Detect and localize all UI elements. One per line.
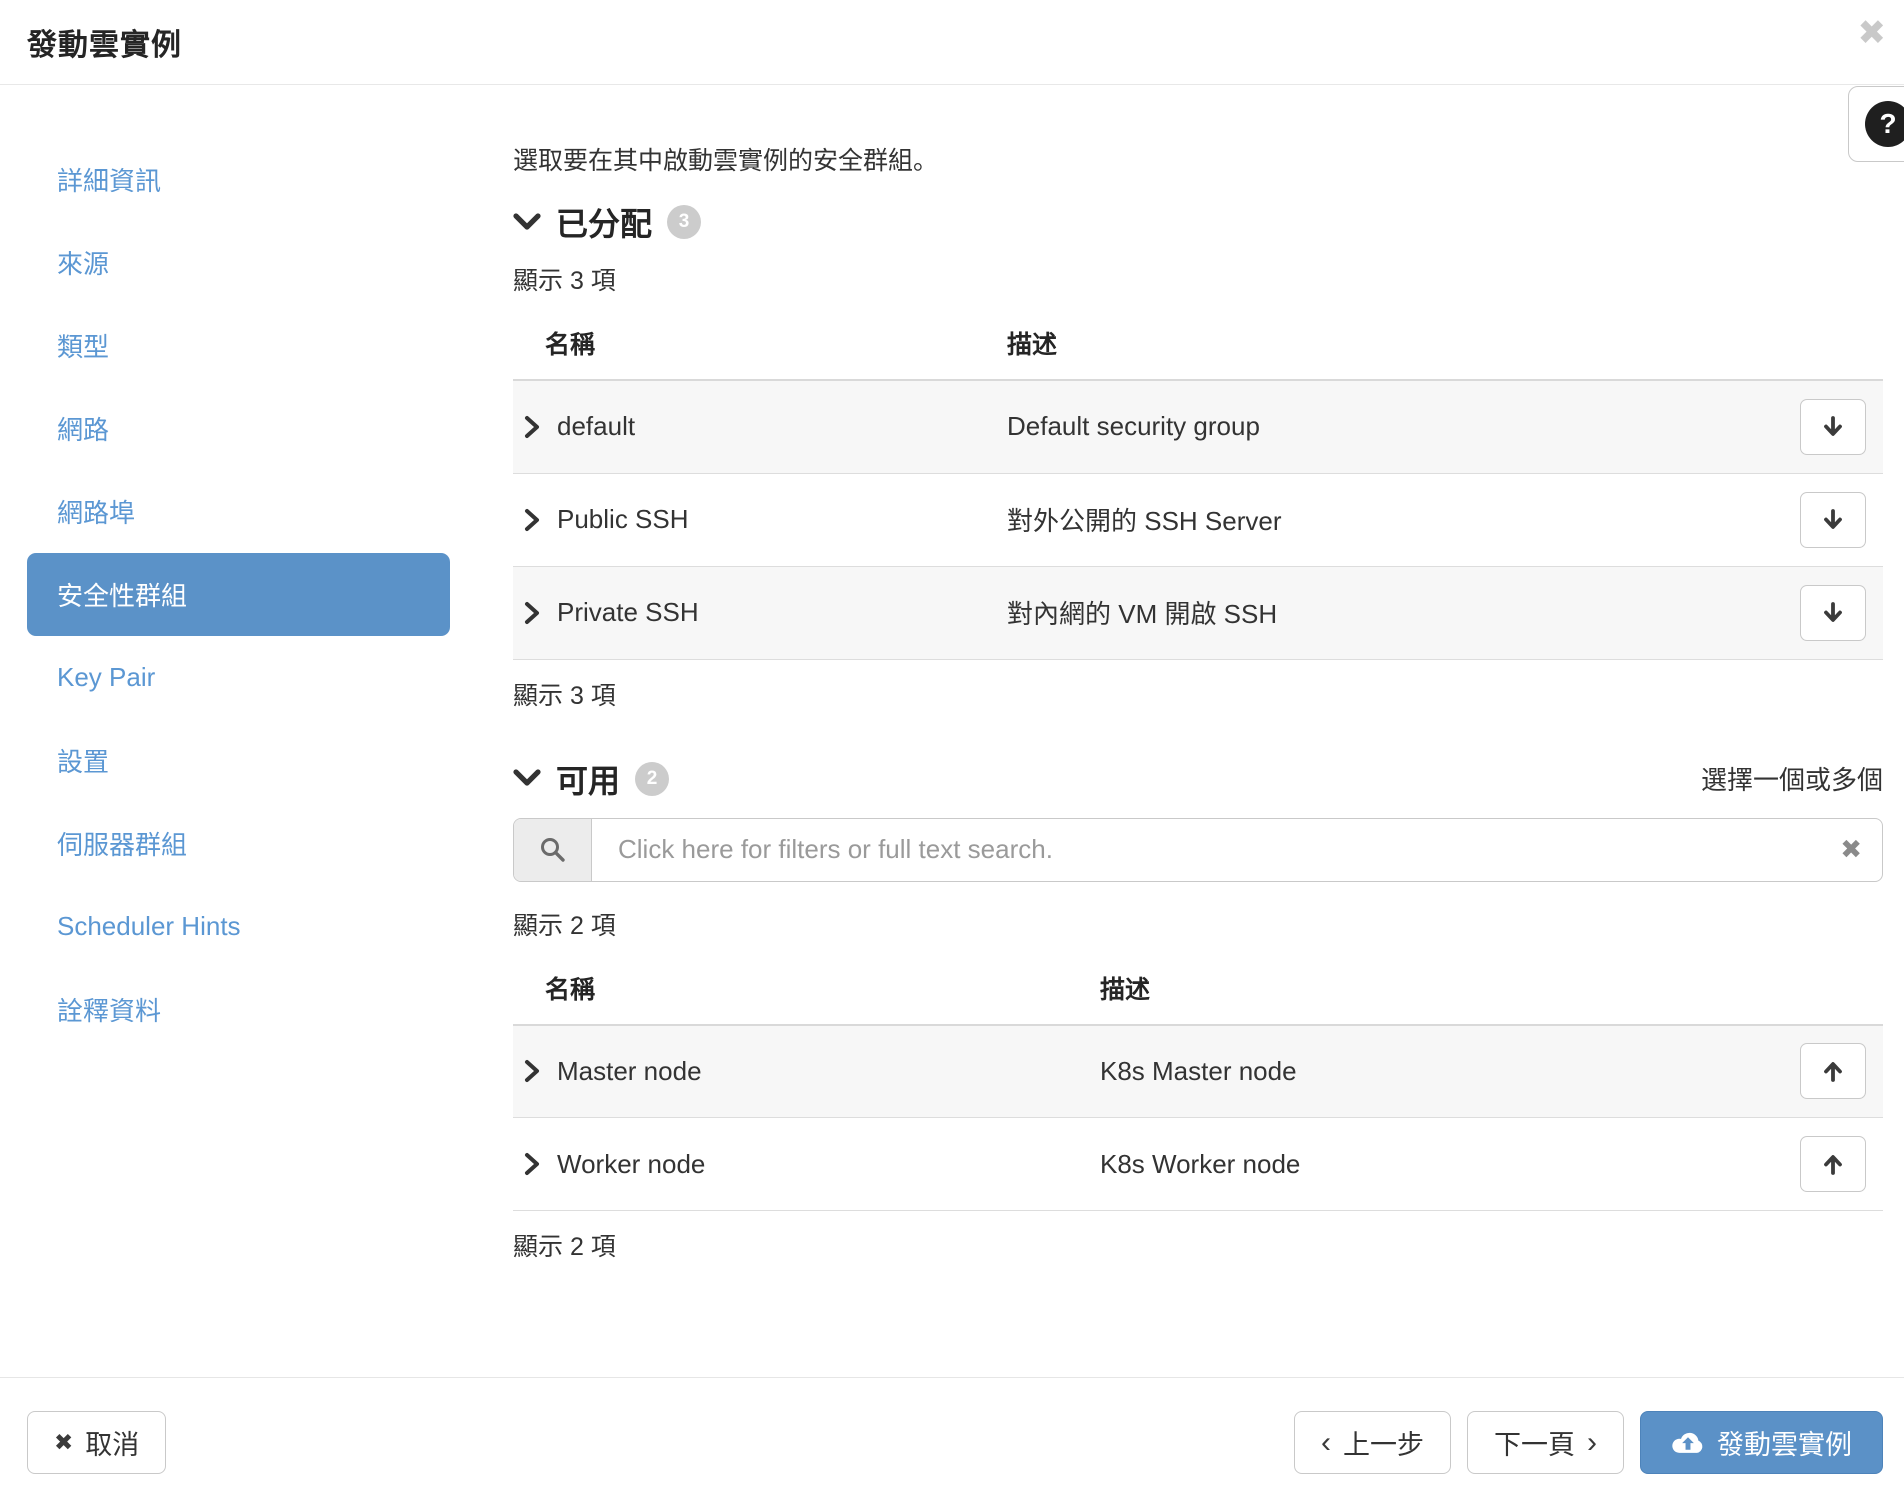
row-expander-button[interactable]	[519, 600, 545, 626]
chevron-right-icon	[521, 415, 543, 439]
sidebar-item-source[interactable]: 來源	[27, 221, 450, 304]
help-button[interactable]: ?	[1848, 86, 1904, 162]
chevron-down-icon	[513, 213, 541, 232]
chevron-down-icon	[513, 769, 541, 788]
security-group-description: K8s Master node	[1100, 1025, 1773, 1118]
dialog-title: 發動雲實例	[27, 20, 182, 64]
allocated-title: 已分配	[556, 199, 652, 245]
security-group-name: Master node	[557, 1056, 702, 1087]
chevron-right-icon	[521, 601, 543, 625]
allocated-section-header: 已分配 3	[513, 199, 1883, 245]
chevron-right-icon	[521, 508, 543, 532]
row-expander-button[interactable]	[519, 507, 545, 533]
available-section-header: 可用 2 選擇一個或多個	[513, 756, 1883, 802]
sidebar-item-networks[interactable]: 網路	[27, 387, 450, 470]
deallocate-button[interactable]	[1800, 492, 1866, 548]
table-row: Public SSH 對外公開的 SSH Server	[513, 473, 1883, 566]
column-header-description: 描述	[1100, 952, 1773, 1025]
available-count-bottom: 顯示 2 項	[513, 1227, 1883, 1263]
column-header-name: 名稱	[513, 307, 1007, 380]
security-group-description: K8s Worker node	[1100, 1118, 1773, 1211]
filter-search-bar: ✖	[513, 818, 1883, 882]
table-row: Private SSH 對內網的 VM 開啟 SSH	[513, 566, 1883, 659]
close-icon: ✖	[1858, 14, 1887, 52]
question-icon: ?	[1865, 101, 1904, 147]
chevron-right-icon	[521, 1059, 543, 1083]
column-header-name: 名稱	[513, 952, 1100, 1025]
next-button[interactable]: 下一頁 ›	[1467, 1411, 1624, 1474]
step-content: 選取要在其中啟動雲實例的安全群組。 已分配 3 顯示 3 項 名稱 描述	[513, 85, 1904, 1263]
arrow-down-icon	[1820, 414, 1846, 440]
launch-instance-button[interactable]: 發動雲實例	[1640, 1411, 1883, 1474]
dialog-footer: ✖ 取消 ‹ 上一步 下一頁 › 發動雲實例	[0, 1377, 1904, 1494]
chevron-right-icon	[521, 1152, 543, 1176]
arrow-up-icon	[1820, 1151, 1846, 1177]
deallocate-button[interactable]	[1800, 399, 1866, 455]
sidebar-item-server-groups[interactable]: 伺服器群組	[27, 802, 450, 885]
chevron-left-icon: ‹	[1321, 1428, 1331, 1458]
arrow-up-icon	[1820, 1058, 1846, 1084]
table-row: Worker node K8s Worker node	[513, 1118, 1883, 1211]
allocated-count-badge: 3	[667, 205, 701, 239]
allocate-button[interactable]	[1800, 1136, 1866, 1192]
available-count-badge: 2	[635, 762, 669, 796]
table-row: Master node K8s Master node	[513, 1025, 1883, 1118]
table-row: default Default security group	[513, 380, 1883, 473]
search-icon	[514, 819, 592, 881]
security-group-name: default	[557, 411, 635, 442]
dialog-header: 發動雲實例 ✖	[0, 0, 1904, 85]
cloud-upload-icon	[1671, 1430, 1705, 1455]
security-group-name: Private SSH	[557, 597, 699, 628]
allocated-table: 名稱 描述 default Default security group	[513, 307, 1883, 660]
arrow-down-icon	[1820, 600, 1846, 626]
sidebar-item-flavor[interactable]: 類型	[27, 304, 450, 387]
available-title: 可用	[556, 756, 620, 802]
allocated-count-top: 顯示 3 項	[513, 261, 1883, 297]
security-group-name: Public SSH	[557, 504, 689, 535]
security-group-description: 對外公開的 SSH Server	[1007, 473, 1773, 566]
select-hint: 選擇一個或多個	[1701, 760, 1883, 797]
back-button[interactable]: ‹ 上一步	[1294, 1411, 1451, 1474]
cancel-label: 取消	[85, 1423, 139, 1462]
security-group-description: 對內網的 VM 開啟 SSH	[1007, 566, 1773, 659]
launch-label: 發動雲實例	[1717, 1423, 1852, 1462]
deallocate-button[interactable]	[1800, 585, 1866, 641]
row-expander-button[interactable]	[519, 1151, 545, 1177]
column-header-actions	[1773, 307, 1883, 380]
security-group-name: Worker node	[557, 1149, 705, 1180]
next-label: 下一頁	[1494, 1423, 1575, 1462]
column-header-description: 描述	[1007, 307, 1773, 380]
chevron-right-icon: ›	[1587, 1428, 1597, 1458]
column-header-actions	[1773, 952, 1883, 1025]
available-table: 名稱 描述 Master node K8s Master node	[513, 952, 1883, 1212]
wizard-step-nav: 詳細資訊 來源 類型 網路 網路埠 安全性群組 Key Pair 設置 伺服器群…	[0, 85, 513, 1263]
sidebar-item-key-pair[interactable]: Key Pair	[27, 636, 450, 719]
sidebar-item-details[interactable]: 詳細資訊	[27, 138, 450, 221]
clear-search-button[interactable]: ✖	[1840, 819, 1862, 881]
sidebar-item-configuration[interactable]: 設置	[27, 719, 450, 802]
clear-search-icon: ✖	[1840, 834, 1862, 864]
allocated-count-bottom: 顯示 3 項	[513, 676, 1883, 712]
arrow-down-icon	[1820, 507, 1846, 533]
cancel-button[interactable]: ✖ 取消	[27, 1411, 166, 1474]
available-collapse-toggle[interactable]: 可用 2	[513, 756, 669, 802]
allocate-button[interactable]	[1800, 1043, 1866, 1099]
sidebar-item-security-groups[interactable]: 安全性群組	[27, 553, 450, 636]
row-expander-button[interactable]	[519, 1058, 545, 1084]
search-input[interactable]	[592, 819, 1882, 881]
allocated-collapse-toggle[interactable]: 已分配 3	[513, 199, 701, 245]
sidebar-item-metadata[interactable]: 詮釋資料	[27, 968, 450, 1051]
close-button[interactable]: ✖	[1858, 16, 1887, 50]
security-group-description: Default security group	[1007, 380, 1773, 473]
cancel-x-icon: ✖	[54, 1429, 73, 1456]
back-label: 上一步	[1343, 1423, 1424, 1462]
sidebar-item-scheduler-hints[interactable]: Scheduler Hints	[27, 885, 450, 968]
row-expander-button[interactable]	[519, 414, 545, 440]
step-instruction: 選取要在其中啟動雲實例的安全群組。	[513, 141, 1883, 177]
available-count-top: 顯示 2 項	[513, 906, 1883, 942]
sidebar-item-ports[interactable]: 網路埠	[27, 470, 450, 553]
